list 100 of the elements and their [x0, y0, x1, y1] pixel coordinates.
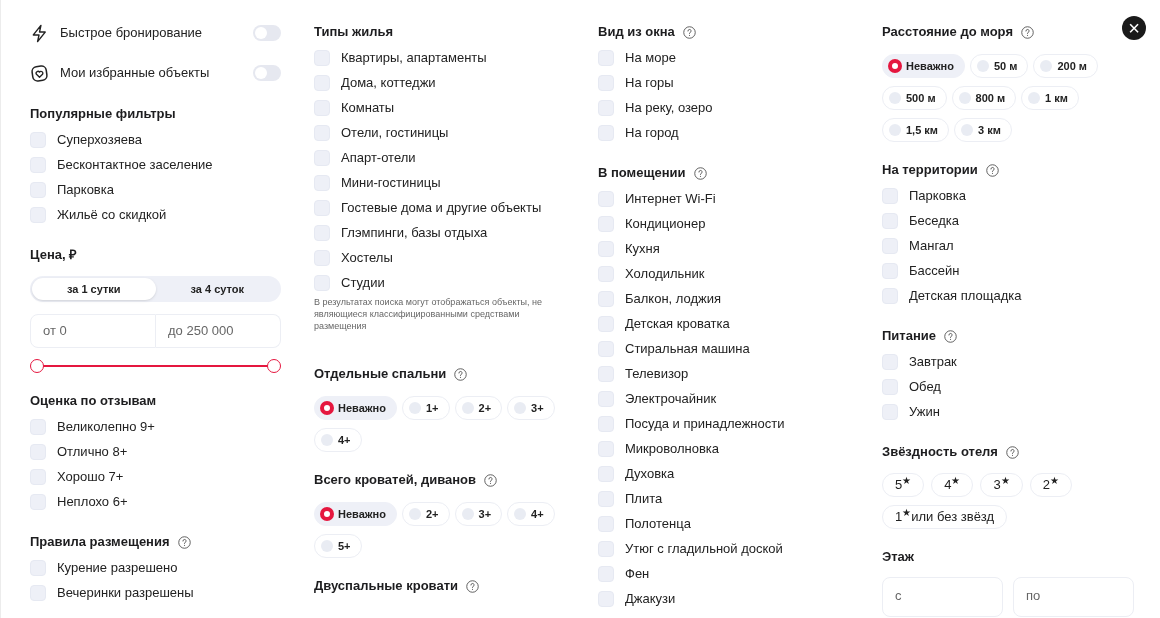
checkbox[interactable] — [30, 418, 46, 435]
radio-option[interactable]: 800 м — [951, 86, 1017, 110]
checkbox-label[interactable]: Утюг с гладильной доской — [625, 538, 783, 559]
checkbox-label[interactable]: Глэмпинги, базы отдыха — [341, 222, 488, 243]
checkbox[interactable] — [598, 515, 614, 532]
checkbox-label[interactable]: Комнаты — [341, 97, 395, 118]
checkbox-label[interactable]: Апарт-отели — [341, 147, 416, 168]
checkbox-label[interactable]: Отлично 8+ — [57, 441, 128, 462]
close-button[interactable]: × — [1122, 16, 1146, 40]
checkbox-label[interactable]: Вечеринки разрешены — [57, 582, 194, 603]
checkbox-label[interactable]: Стиральная машина — [625, 338, 750, 359]
checkbox[interactable] — [882, 212, 898, 229]
checkbox[interactable] — [314, 124, 330, 141]
help-icon[interactable] — [1021, 25, 1034, 39]
period-tab[interactable]: за 1 сутки — [32, 278, 156, 300]
help-icon[interactable] — [1005, 445, 1019, 459]
help-icon[interactable] — [693, 166, 707, 180]
checkbox[interactable] — [598, 340, 614, 357]
checkbox-label[interactable]: Великолепно 9+ — [57, 416, 155, 437]
checkbox-label[interactable]: Джакузи — [625, 588, 676, 609]
star-chip[interactable]: 4$^{★}$ — [931, 473, 974, 497]
checkbox[interactable] — [598, 315, 614, 332]
input-field[interactable]: до 250 000 — [156, 314, 281, 348]
slider-thumb[interactable] — [267, 359, 281, 373]
checkbox[interactable] — [598, 565, 614, 582]
radio-option[interactable]: 1,5 км — [882, 118, 949, 142]
toggle-switch[interactable] — [253, 25, 281, 41]
radio-option[interactable]: 1 км — [1021, 86, 1079, 110]
checkbox-label[interactable]: Жильё со скидкой — [57, 204, 167, 225]
checkbox-label[interactable]: Студии — [341, 272, 385, 293]
checkbox[interactable] — [30, 156, 46, 173]
checkbox-label[interactable]: Гостевые дома и другие объекты — [341, 197, 542, 218]
checkbox[interactable] — [314, 99, 330, 116]
checkbox[interactable] — [314, 174, 330, 191]
checkbox[interactable] — [314, 149, 330, 166]
radio-option[interactable]: 2+ — [454, 396, 503, 420]
help-icon[interactable] — [177, 535, 191, 549]
checkbox-label[interactable]: Детская кроватка — [625, 313, 730, 334]
checkbox-label[interactable]: Электрочайник — [625, 388, 717, 409]
radio-option[interactable]: Неважно — [882, 54, 965, 78]
checkbox[interactable] — [598, 465, 614, 482]
radio-option[interactable]: 3+ — [507, 396, 555, 420]
radio-option[interactable]: 500 м — [882, 86, 947, 110]
checkbox-label[interactable]: На море — [625, 47, 676, 68]
checkbox[interactable] — [598, 99, 614, 116]
checkbox[interactable] — [598, 290, 614, 307]
checkbox[interactable] — [598, 415, 614, 432]
checkbox-label[interactable]: Отели, гостиницы — [341, 122, 449, 143]
input-field[interactable]: с — [882, 577, 1003, 617]
checkbox[interactable] — [882, 262, 898, 279]
checkbox[interactable] — [598, 124, 614, 141]
checkbox[interactable] — [598, 590, 614, 607]
checkbox[interactable] — [598, 74, 614, 91]
radio-option[interactable]: 1+ — [401, 396, 450, 420]
checkbox-label[interactable]: Беседка — [909, 210, 959, 231]
radio-option[interactable]: 5+ — [314, 534, 362, 558]
checkbox-label[interactable]: Ужин — [909, 401, 940, 422]
checkbox[interactable] — [598, 490, 614, 507]
radio-option[interactable]: 2+ — [401, 502, 450, 526]
help-icon[interactable] — [484, 473, 497, 487]
checkbox-label[interactable]: Детская площадка — [909, 285, 1022, 306]
checkbox[interactable] — [598, 540, 614, 557]
checkbox[interactable] — [598, 365, 614, 382]
slider-thumb[interactable] — [30, 359, 44, 373]
checkbox-label[interactable]: Завтрак — [909, 351, 957, 372]
checkbox[interactable] — [30, 443, 46, 460]
help-icon[interactable] — [985, 163, 999, 177]
checkbox[interactable] — [30, 131, 46, 148]
radio-option[interactable]: Неважно — [314, 502, 397, 526]
help-icon[interactable] — [466, 579, 479, 593]
checkbox[interactable] — [882, 287, 898, 304]
checkbox-label[interactable]: Полотенца — [625, 513, 691, 534]
checkbox-label[interactable]: Дома, коттеджи — [341, 72, 436, 93]
help-icon[interactable] — [682, 25, 696, 39]
checkbox[interactable] — [882, 353, 898, 370]
radio-option[interactable]: Неважно — [314, 396, 397, 420]
checkbox-label[interactable]: На город — [625, 122, 679, 143]
checkbox-label[interactable]: Мини-гостиницы — [341, 172, 441, 193]
checkbox-label[interactable]: Парковка — [57, 179, 114, 200]
checkbox-label[interactable]: На реку, озеро — [625, 97, 713, 118]
toggle-switch[interactable] — [253, 65, 281, 81]
checkbox[interactable] — [30, 584, 46, 601]
checkbox-label[interactable]: На горы — [625, 72, 674, 93]
checkbox[interactable] — [314, 49, 330, 66]
star-chip[interactable]: 1$^{★}$или без звёзд — [882, 505, 1008, 529]
checkbox-label[interactable]: Мангал — [909, 235, 954, 256]
checkbox[interactable] — [882, 403, 898, 420]
checkbox-label[interactable]: Суперхозяева — [57, 129, 142, 150]
checkbox-label[interactable]: Парковка — [909, 185, 966, 206]
checkbox-label[interactable]: Плита — [625, 488, 663, 509]
star-chip[interactable]: 5$^{★}$ — [882, 473, 925, 497]
checkbox-label[interactable]: Хостелы — [341, 247, 393, 268]
checkbox[interactable] — [598, 190, 614, 207]
checkbox-label[interactable]: Кухня — [625, 238, 660, 259]
period-tab[interactable]: за 4 суток — [155, 278, 279, 300]
star-chip[interactable]: 3$^{★}$ — [980, 473, 1023, 497]
checkbox[interactable] — [314, 74, 330, 91]
checkbox[interactable] — [314, 249, 330, 266]
radio-option[interactable]: 4+ — [314, 428, 362, 452]
checkbox-label[interactable]: Курение разрешено — [57, 557, 178, 578]
